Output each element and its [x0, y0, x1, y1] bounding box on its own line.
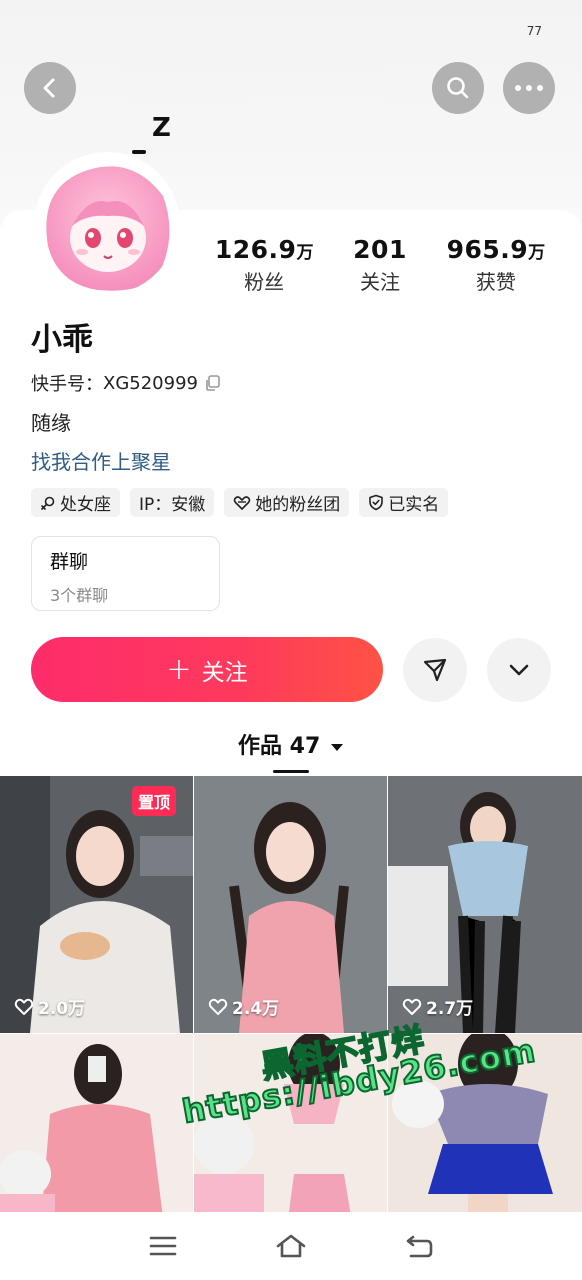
kuaishou-id-label: 快手号：	[31, 374, 103, 395]
caret-down-icon	[330, 744, 343, 751]
copy-icon[interactable]	[204, 374, 222, 392]
tag-verified: 已实名	[359, 488, 449, 517]
work-item[interactable]: 2.7万	[388, 776, 582, 1033]
chevron-left-icon	[43, 78, 55, 98]
cooperation-link[interactable]: 找我合作上聚星	[31, 446, 171, 475]
expand-button[interactable]	[487, 638, 551, 702]
works-grid: 置顶 2.0万 2.4万 2.7万	[0, 776, 582, 1280]
zodiac-icon	[41, 496, 55, 510]
stat-fans-value: 126.9	[214, 235, 297, 264]
group-chat-title: 群聊	[50, 551, 89, 573]
kuaishou-id-row: 快手号： XG520999	[31, 370, 222, 396]
work-likes: 2.4万	[208, 994, 279, 1019]
tab-works-indicator	[273, 770, 309, 773]
share-button[interactable]	[403, 638, 467, 702]
sleep-decoration: Z	[130, 112, 190, 166]
menu-icon[interactable]	[147, 1232, 179, 1260]
bio: 随缘	[31, 411, 71, 435]
heart-outline-icon	[233, 495, 251, 510]
heart-outline-icon	[208, 998, 228, 1015]
tag-ip: IP：安徽	[130, 488, 215, 517]
status-indicator: 77	[526, 24, 542, 38]
stat-likes-label: 获赞	[475, 270, 516, 294]
nickname: 小乖	[31, 322, 93, 358]
work-likes-count: 2.0万	[38, 999, 86, 1019]
tag-fan-club[interactable]: 她的粉丝团	[224, 488, 350, 517]
work-likes-count: 2.7万	[426, 999, 474, 1019]
more-horizontal-icon	[515, 85, 543, 91]
stat-likes-unit: 万	[528, 243, 546, 263]
work-likes: 2.0万	[14, 994, 85, 1019]
profile-stats: 126.9万 粉丝 201 关注 965.9万 获赞	[195, 235, 565, 295]
more-button[interactable]	[503, 62, 555, 114]
heart-outline-icon	[14, 998, 34, 1015]
chevron-down-icon	[509, 664, 529, 676]
heart-outline-icon	[402, 998, 422, 1015]
plus-icon: +	[166, 651, 192, 687]
search-icon	[447, 77, 469, 99]
stat-following-label: 关注	[360, 270, 400, 294]
tag-verified-text: 已实名	[388, 495, 440, 515]
group-chat-card[interactable]: 群聊 3个群聊	[31, 536, 220, 611]
tab-works[interactable]: 作品 47	[0, 728, 582, 760]
system-nav-bar	[0, 1212, 582, 1280]
work-item[interactable]: 置顶 2.0万	[0, 776, 193, 1033]
tag-fan-club-text: 她的粉丝团	[255, 495, 341, 515]
work-likes-count: 2.4万	[232, 999, 280, 1019]
stat-likes[interactable]: 965.9万 获赞	[447, 235, 546, 295]
profile-tags: 处女座 IP：安徽 她的粉丝团 已实名	[31, 488, 449, 517]
avatar[interactable]	[34, 152, 180, 298]
send-icon	[423, 658, 447, 682]
work-item[interactable]: 2.4万	[194, 776, 387, 1033]
pinned-badge: 置顶	[132, 786, 177, 816]
back-arrow-icon[interactable]	[403, 1232, 435, 1260]
stat-likes-value: 965.9	[446, 235, 529, 264]
svg-text:Z: Z	[152, 113, 171, 143]
shield-check-icon	[369, 494, 384, 511]
tag-ip-text: IP：安徽	[139, 495, 206, 515]
search-button[interactable]	[432, 62, 484, 114]
tag-zodiac: 处女座	[31, 488, 120, 517]
works-label: 作品 47	[238, 734, 321, 759]
stat-following[interactable]: 201 关注	[353, 235, 407, 295]
stat-fans-label: 粉丝	[244, 270, 285, 294]
follow-button[interactable]: + 关注	[31, 637, 383, 702]
back-button[interactable]	[24, 62, 76, 114]
home-icon[interactable]	[275, 1232, 307, 1260]
kuaishou-id-value: XG520999	[103, 372, 198, 394]
tag-zodiac-text: 处女座	[60, 495, 111, 515]
stat-following-value: 201	[353, 235, 407, 264]
stat-fans[interactable]: 126.9万 粉丝	[215, 235, 314, 295]
work-likes: 2.7万	[402, 994, 473, 1019]
follow-label: 关注	[201, 659, 248, 686]
stat-fans-unit: 万	[296, 243, 314, 263]
group-chat-count: 3个群聊	[50, 586, 109, 605]
